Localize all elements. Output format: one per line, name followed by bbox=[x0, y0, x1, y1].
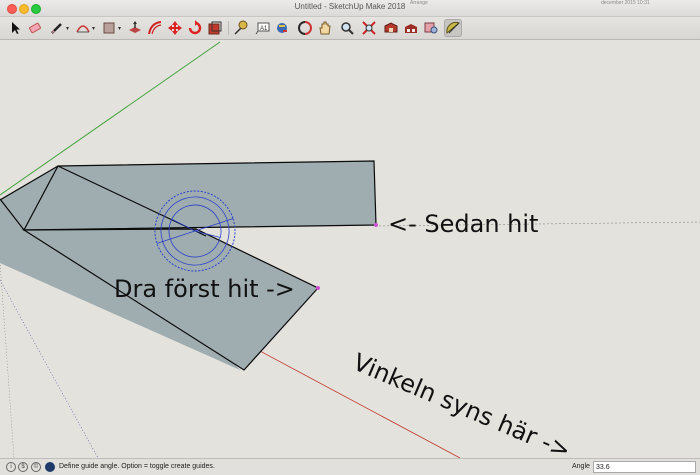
3d-warehouse-icon bbox=[384, 22, 398, 33]
rotate-tool-button[interactable] bbox=[186, 19, 204, 37]
instructor-icon[interactable] bbox=[45, 462, 55, 472]
shape-tool-dropdown-icon[interactable]: ▾ bbox=[118, 25, 121, 32]
title-bar: Untitled - SketchUp Make 2018 Arrange de… bbox=[0, 0, 700, 17]
arrow-cursor-icon bbox=[12, 22, 20, 34]
extension-warehouse-tool-button[interactable] bbox=[402, 19, 420, 37]
shape-tool-button[interactable] bbox=[100, 19, 118, 37]
measurements-input[interactable] bbox=[593, 461, 696, 473]
eraser-tool-button[interactable] bbox=[26, 19, 44, 37]
main-toolbar: ▾ ▾ ▾ A1 bbox=[0, 17, 700, 40]
orbit-tool-button[interactable] bbox=[296, 19, 314, 37]
arc-tool-dropdown-icon[interactable]: ▾ bbox=[92, 25, 95, 32]
orbit-icon bbox=[298, 21, 312, 35]
warehouse-tool-button[interactable] bbox=[382, 19, 400, 37]
magnifier-icon bbox=[341, 22, 354, 35]
info-icon[interactable]: i bbox=[6, 462, 16, 472]
layout-icon bbox=[424, 22, 438, 34]
line-tool-dropdown-icon[interactable]: ▾ bbox=[66, 25, 69, 32]
model-face-top[interactable] bbox=[22, 160, 377, 231]
guide-line-blue bbox=[0, 279, 99, 458]
toolbar-separator bbox=[228, 21, 229, 35]
status-message: Define guide angle. Option = toggle crea… bbox=[59, 463, 215, 470]
arc-icon bbox=[76, 25, 90, 33]
annotation-first-point: Dra först hit -> bbox=[114, 275, 295, 303]
zoom-tool-button[interactable] bbox=[338, 19, 356, 37]
protractor-tool-button[interactable] bbox=[444, 19, 462, 37]
scale-tool-button[interactable] bbox=[206, 19, 224, 37]
credits-icon[interactable]: © bbox=[31, 462, 41, 472]
push-pull-icon bbox=[129, 21, 141, 33]
tape-measure-icon bbox=[234, 20, 248, 35]
offset-icon bbox=[148, 21, 162, 35]
rotate-icon bbox=[188, 20, 202, 35]
move-tool-button[interactable] bbox=[166, 19, 184, 37]
scale-icon bbox=[208, 21, 222, 35]
status-bar: i $ © Define guide angle. Option = toggl… bbox=[0, 458, 700, 475]
sketchup-window: Untitled - SketchUp Make 2018 Arrange de… bbox=[0, 0, 700, 475]
text-tool-button[interactable]: A1 bbox=[254, 19, 272, 37]
background-clock-fragment: december 2015 10:31 bbox=[601, 0, 650, 6]
zoom-extents-icon bbox=[362, 21, 376, 35]
measurements-label: Angle bbox=[572, 463, 590, 470]
background-menu-fragment: Arrange bbox=[410, 0, 428, 6]
annotation-second-point: <- Sedan hit bbox=[388, 210, 539, 238]
paint-bucket-icon bbox=[277, 23, 287, 33]
layout-tool-button[interactable] bbox=[422, 19, 440, 37]
svg-text:A1: A1 bbox=[260, 26, 268, 32]
eraser-icon bbox=[29, 22, 41, 34]
text-icon: A1 bbox=[255, 22, 270, 35]
arc-tool-button[interactable] bbox=[74, 19, 92, 37]
endpoint-marker-first bbox=[316, 286, 320, 290]
window-title: Untitled - SketchUp Make 2018 bbox=[294, 2, 406, 11]
select-tool-button[interactable] bbox=[6, 19, 24, 37]
pencil-icon bbox=[51, 23, 62, 34]
line-tool-button[interactable] bbox=[48, 19, 66, 37]
endpoint-marker-second bbox=[374, 223, 378, 227]
push-pull-tool-button[interactable] bbox=[126, 19, 144, 37]
protractor-icon bbox=[446, 21, 460, 34]
guide-line-left bbox=[0, 261, 15, 458]
pan-tool-button[interactable] bbox=[316, 19, 334, 37]
hand-icon bbox=[319, 21, 331, 35]
model-canvas[interactable] bbox=[0, 40, 700, 458]
rectangle-icon bbox=[103, 22, 115, 34]
offset-tool-button[interactable] bbox=[146, 19, 164, 37]
zoom-extents-tool-button[interactable] bbox=[360, 19, 378, 37]
tape-measure-tool-button[interactable] bbox=[232, 19, 250, 37]
drawing-viewport[interactable]: <- Sedan hit Dra först hit -> Vinkeln sy… bbox=[0, 40, 700, 458]
move-arrows-icon bbox=[168, 21, 182, 35]
paint-bucket-tool-button[interactable] bbox=[274, 19, 292, 37]
extension-warehouse-icon bbox=[405, 24, 417, 33]
geo-location-icon[interactable]: $ bbox=[18, 462, 28, 472]
